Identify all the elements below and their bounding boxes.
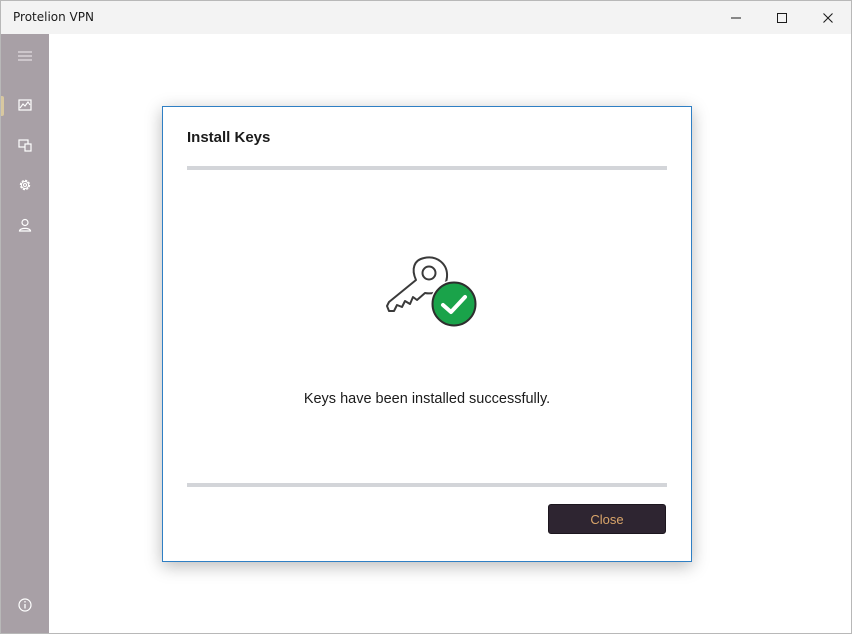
dialog-divider-top [187,166,667,170]
key-success-icon [386,256,478,328]
maximize-button[interactable] [759,1,805,34]
close-window-button[interactable] [805,1,851,34]
minimize-icon [731,17,741,18]
info-icon [18,598,32,612]
settings-gear-icon [19,179,31,191]
close-button[interactable]: Close [548,504,666,534]
sidebar-item-account[interactable] [1,205,49,245]
minimize-button[interactable] [713,1,759,34]
devices-icon [18,139,32,152]
sidebar-item-devices[interactable] [1,125,49,165]
install-keys-dialog: Install Keys Keys have been installed su… [162,106,692,562]
network-map-icon [18,99,32,111]
success-message: Keys have been installed successfully. [303,391,551,407]
title-bar[interactable]: Protelion VPN [1,1,851,34]
app-title: Protelion VPN [13,10,94,24]
app-window: Protelion VPN Install Keys Keys have bee… [0,0,852,634]
sidebar-item-network-map[interactable] [1,85,49,125]
sidebar [1,34,49,633]
sidebar-item-settings[interactable] [1,165,49,205]
close-icon [823,12,833,23]
dialog-title: Install Keys [187,129,271,146]
dialog-divider-bottom [187,483,667,487]
sidebar-menu-toggle[interactable] [1,36,49,76]
menu-icon [18,51,32,61]
maximize-icon [777,12,787,23]
user-icon [18,218,32,232]
sidebar-item-about[interactable] [1,585,49,625]
